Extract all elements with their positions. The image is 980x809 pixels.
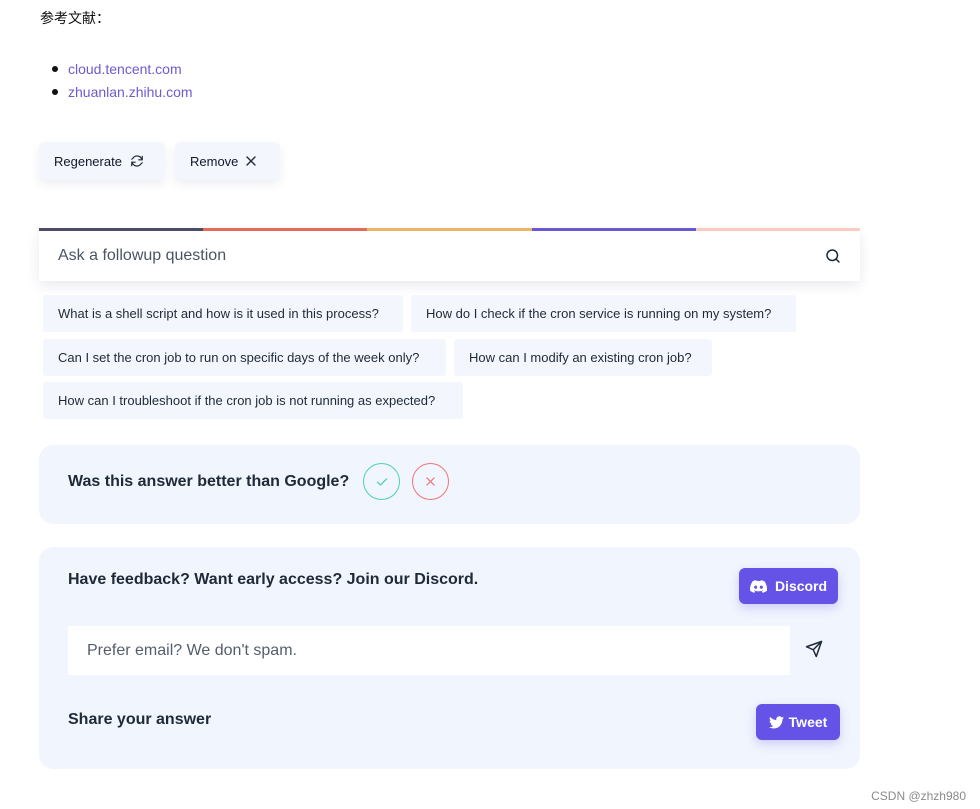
suggested-question[interactable]: How can I troubleshoot if the cron job i… <box>43 382 463 419</box>
tweet-label: Tweet <box>788 714 828 730</box>
references-title: 参考文献： <box>40 10 110 26</box>
suggested-question[interactable]: Can I set the cron job to run on specifi… <box>43 339 446 376</box>
discord-label: Discord <box>774 578 828 594</box>
google-comparison-panel: Was this answer better than Google? <box>39 445 860 524</box>
remove-label: Remove <box>190 153 239 169</box>
search-icon[interactable] <box>824 247 842 265</box>
followup-input[interactable] <box>58 247 824 265</box>
email-input[interactable] <box>68 626 790 675</box>
reference-item: zhuanlan.zhihu.com <box>40 83 193 106</box>
suggested-question[interactable]: How can I modify an existing cron job? <box>454 339 712 376</box>
regenerate-button[interactable]: Regenerate <box>39 142 165 180</box>
suggested-question[interactable]: What is a shell script and how is it use… <box>43 295 403 332</box>
close-icon <box>246 156 257 166</box>
yes-vote-button[interactable] <box>363 463 400 500</box>
discord-button[interactable]: Discord <box>739 568 838 604</box>
followup-search-box <box>39 231 860 281</box>
suggested-question[interactable]: How do I check if the cron service is ru… <box>411 295 796 332</box>
share-answer-label: Share your answer <box>68 711 212 728</box>
watermark: CSDN @zhzh980 <box>871 789 966 803</box>
references-list: cloud.tencent.com zhuanlan.zhihu.com <box>40 60 193 106</box>
reference-item: cloud.tencent.com <box>40 60 193 83</box>
reference-link[interactable]: cloud.tencent.com <box>68 61 182 77</box>
close-icon <box>426 477 435 486</box>
discord-icon <box>749 579 767 593</box>
twitter-icon <box>768 715 784 728</box>
regenerate-label: Regenerate <box>54 153 122 169</box>
remove-button[interactable]: Remove <box>175 142 280 180</box>
check-icon <box>376 477 387 486</box>
reference-link[interactable]: zhuanlan.zhihu.com <box>68 84 193 100</box>
refresh-icon <box>131 155 143 167</box>
no-vote-button[interactable] <box>412 463 449 500</box>
community-panel: Have feedback? Want early access? Join o… <box>39 547 860 769</box>
send-icon[interactable] <box>805 640 823 658</box>
tweet-button[interactable]: Tweet <box>756 704 840 740</box>
google-comparison-question: Was this answer better than Google? <box>68 473 350 490</box>
discord-prompt: Have feedback? Want early access? Join o… <box>68 571 479 588</box>
page: 参考文献： cloud.tencent.com zhuanlan.zhihu.c… <box>0 0 980 809</box>
